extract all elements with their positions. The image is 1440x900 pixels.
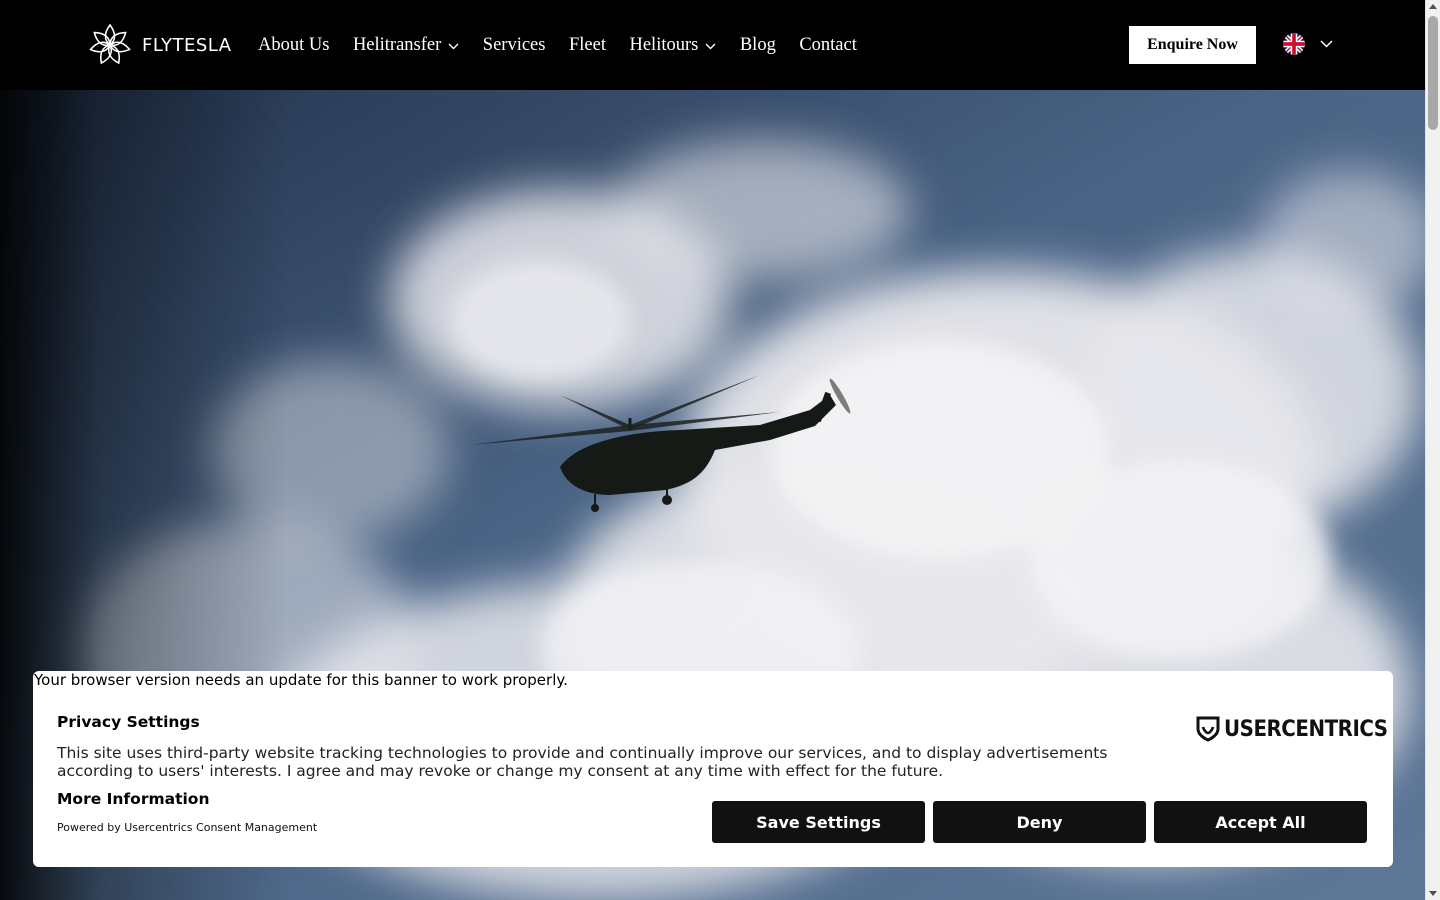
- nav-services[interactable]: Services: [483, 35, 546, 56]
- nav-label: Fleet: [568, 34, 606, 55]
- consent-title: Privacy Settings: [57, 713, 200, 731]
- chevron-down-icon: [705, 43, 716, 49]
- usercentrics-logo-text: USERCENTRICS: [1224, 716, 1388, 742]
- consent-banner: Privacy Settings This site uses third-pa…: [33, 671, 1393, 867]
- nav-label: Blog: [739, 34, 776, 55]
- chevron-down-icon: [1320, 40, 1333, 48]
- language-selector[interactable]: [1283, 33, 1333, 55]
- more-information-link[interactable]: More Information: [57, 790, 209, 808]
- scroll-down-arrow-icon[interactable]: [1429, 891, 1437, 896]
- nav-label: Contact: [799, 34, 857, 55]
- main-nav: About Us Helitransfer Services Fleet Hel…: [258, 0, 880, 90]
- consent-description: This site uses third-party website track…: [57, 744, 1108, 780]
- page-scrollbar[interactable]: [1425, 0, 1440, 900]
- nav-label: Helitransfer: [352, 34, 442, 55]
- nav-helitours[interactable]: Helitours: [629, 35, 716, 56]
- browser-update-warning: Your browser version needs an update for…: [34, 671, 568, 689]
- nav-about-us[interactable]: About Us: [258, 35, 329, 56]
- scrollbar-thumb[interactable]: [1428, 16, 1438, 130]
- nav-label: About Us: [258, 34, 330, 55]
- nav-label: Services: [482, 34, 546, 55]
- site-header: FLYTESLA About Us Helitransfer Services …: [0, 0, 1425, 90]
- brand-name: FLYTESLA: [142, 34, 232, 56]
- chevron-down-icon: [448, 43, 459, 49]
- deny-button[interactable]: Deny: [933, 801, 1146, 843]
- nav-contact[interactable]: Contact: [799, 35, 857, 56]
- nav-label: Helitours: [629, 34, 699, 55]
- scroll-up-arrow-icon[interactable]: [1429, 4, 1437, 9]
- nav-fleet[interactable]: Fleet: [569, 35, 606, 56]
- nav-blog[interactable]: Blog: [740, 35, 776, 56]
- lotus-logo-icon: [89, 23, 131, 65]
- brand-logo[interactable]: FLYTESLA: [86, 21, 232, 69]
- save-settings-button[interactable]: Save Settings: [712, 801, 925, 843]
- shield-check-icon: [1196, 716, 1220, 742]
- nav-helitransfer[interactable]: Helitransfer: [353, 35, 459, 56]
- powered-by-text: Powered by Usercentrics Consent Manageme…: [57, 821, 318, 834]
- enquire-now-button[interactable]: Enquire Now: [1129, 26, 1256, 64]
- accept-all-button[interactable]: Accept All: [1154, 801, 1367, 843]
- usercentrics-logo: USERCENTRICS: [1196, 716, 1406, 742]
- uk-flag-icon: [1283, 33, 1305, 55]
